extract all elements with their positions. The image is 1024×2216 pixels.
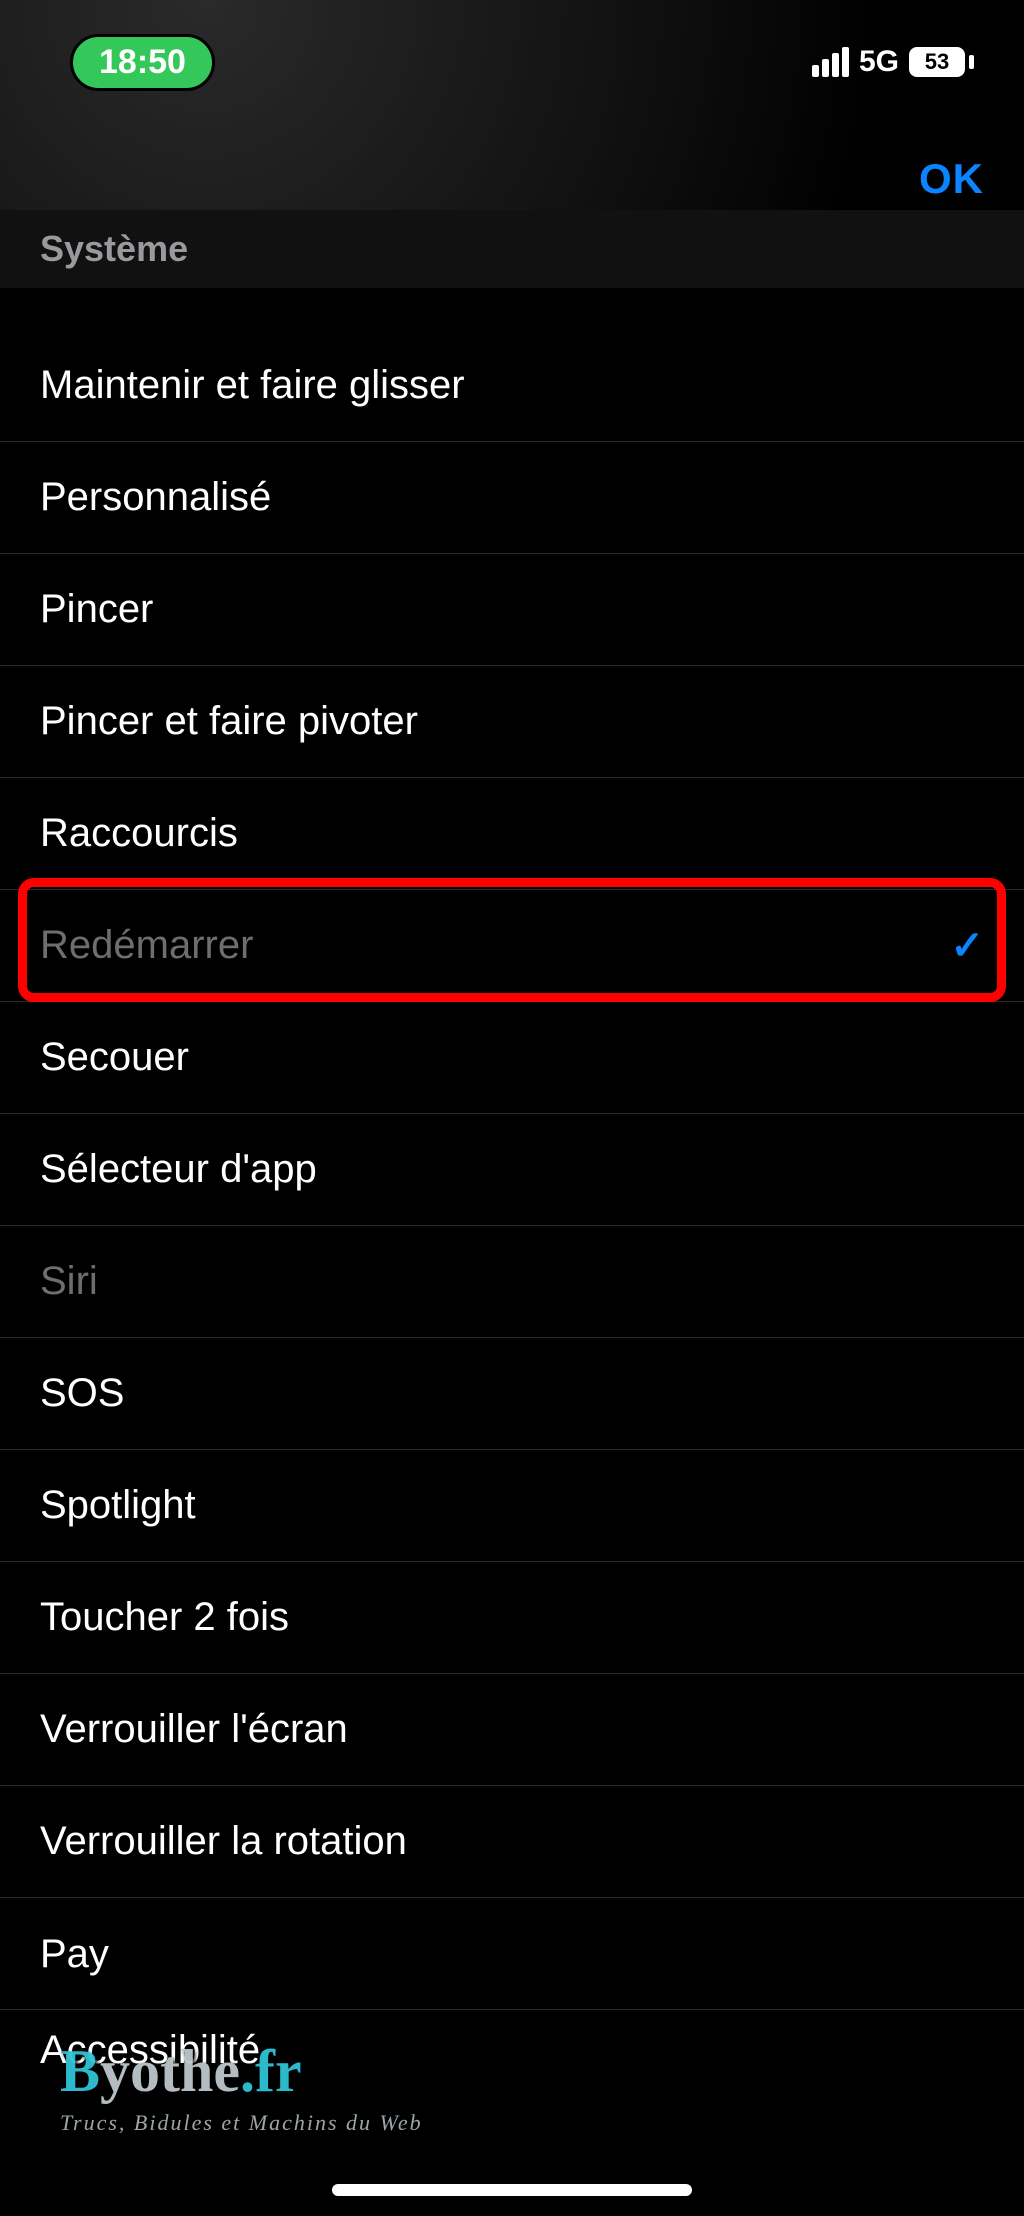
home-indicator[interactable]	[332, 2184, 692, 2196]
list-item[interactable]: Redémarrer ✓	[0, 890, 1024, 1002]
list-item-label: Spotlight	[40, 1483, 196, 1528]
cellular-signal-icon	[812, 47, 849, 77]
section-header-system: Système	[0, 210, 1024, 288]
list-item-label: Sélecteur d'app	[40, 1147, 317, 1192]
options-list: Maintenir et faire glisser Personnalisé Pi…	[0, 330, 1024, 2090]
list-item[interactable]: Spotlight	[0, 1450, 1024, 1562]
list-item[interactable]: Sélecteur d'app	[0, 1114, 1024, 1226]
list-item-label: Redémarrer	[40, 923, 253, 968]
list-item-label: Maintenir et faire glisser	[40, 363, 465, 408]
list-item-label: Siri	[40, 1259, 98, 1304]
list-item-label: Verrouiller l'écran	[40, 1707, 348, 1752]
status-right: 5G 53	[812, 45, 974, 79]
watermark-tagline: Trucs, Bidules et Machins du Web	[60, 2110, 423, 2136]
list-item-partial[interactable]: Accessibilité	[0, 2010, 1024, 2090]
list-item-label: SOS	[40, 1371, 124, 1416]
battery-icon: 53	[909, 47, 974, 77]
battery-level: 53	[909, 47, 965, 77]
list-item-label: Accessibilité	[40, 2028, 260, 2073]
list-item-label: Pincer et faire pivoter	[40, 699, 418, 744]
list-item-label: Pay	[40, 1930, 109, 1977]
list-item[interactable]: Verrouiller l'écran	[0, 1674, 1024, 1786]
status-bar: 18:50 5G 53	[0, 32, 1024, 92]
list-item[interactable]: Pay	[0, 1898, 1024, 2010]
list-item[interactable]: Verrouiller la rotation	[0, 1786, 1024, 1898]
list-item[interactable]: Siri	[0, 1226, 1024, 1338]
list-item[interactable]: Pincer	[0, 554, 1024, 666]
list-item[interactable]: Toucher 2 fois	[0, 1562, 1024, 1674]
done-button[interactable]: OK	[919, 155, 984, 203]
list-item-label: Secouer	[40, 1035, 189, 1080]
list-item[interactable]: Maintenir et faire glisser	[0, 330, 1024, 442]
list-item-label: Toucher 2 fois	[40, 1595, 289, 1640]
list-item[interactable]: Secouer	[0, 1002, 1024, 1114]
list-item[interactable]: SOS	[0, 1338, 1024, 1450]
list-item[interactable]: Raccourcis	[0, 778, 1024, 890]
list-item-label: Personnalisé	[40, 475, 271, 520]
list-item[interactable]: Personnalisé	[0, 442, 1024, 554]
list-item-label: Raccourcis	[40, 811, 238, 856]
network-label: 5G	[859, 45, 899, 79]
checkmark-icon: ✓	[950, 923, 984, 969]
list-item[interactable]: Pincer et faire pivoter	[0, 666, 1024, 778]
status-time: 18:50	[99, 43, 186, 82]
list-item-label: Pincer	[40, 587, 153, 632]
status-time-pill[interactable]: 18:50	[70, 34, 215, 91]
list-item-label: Verrouiller la rotation	[40, 1819, 407, 1864]
